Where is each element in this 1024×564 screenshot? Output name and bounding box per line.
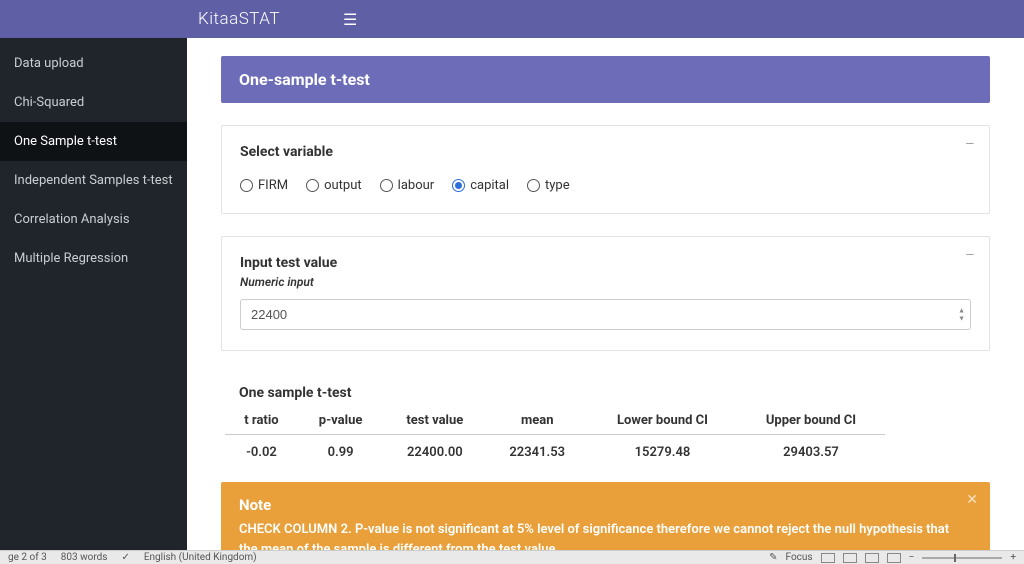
collapse-icon[interactable]: − [965, 136, 975, 154]
page-title: One-sample t-test [221, 56, 990, 103]
radio-labour[interactable]: labour [380, 178, 435, 193]
variable-radio-group: FIRM output labour capital type [240, 178, 971, 193]
view-mode-icon[interactable] [887, 553, 901, 563]
status-spellcheck-icon[interactable]: ✓ [121, 552, 129, 563]
stepper-down-icon[interactable]: ▼ [958, 315, 965, 322]
status-bar: ge 2 of 3 803 words ✓ English (United Ki… [0, 550, 1024, 564]
radio-icon [306, 179, 319, 192]
view-mode-icon[interactable] [821, 553, 835, 563]
status-words: 803 words [61, 552, 108, 563]
stepper-up-icon[interactable]: ▲ [958, 307, 965, 314]
table-header: mean [486, 407, 588, 435]
topbar: KitaaSTAT ☰ [0, 0, 1024, 38]
table-header: Lower bound CI [588, 407, 737, 435]
status-language[interactable]: English (United Kingdom) [144, 552, 257, 563]
sidebar-item-data-upload[interactable]: Data upload [0, 44, 187, 83]
table-cell: 22400.00 [383, 435, 486, 467]
radio-icon [452, 179, 465, 192]
table-row: -0.020.9922400.0022341.5315279.4829403.5… [225, 435, 885, 467]
radio-icon [527, 179, 540, 192]
close-icon[interactable]: ✕ [966, 492, 978, 508]
status-focus[interactable]: Focus [786, 552, 813, 563]
main-content: One-sample t-test − Select variable FIRM… [187, 38, 1024, 550]
zoom-out-icon[interactable]: − [909, 552, 915, 563]
view-mode-icon[interactable] [843, 553, 857, 563]
table-cell: 0.99 [298, 435, 383, 467]
hamburger-icon[interactable]: ☰ [325, 10, 375, 29]
test-value-panel: − Input test value Numeric input ▲ ▼ [221, 236, 990, 351]
radio-capital[interactable]: capital [452, 178, 509, 193]
radio-label: labour [398, 178, 435, 193]
results-table: t ratiop-valuetest valuemeanLower bound … [225, 407, 885, 466]
radio-label: type [545, 178, 570, 193]
table-cell: 22341.53 [486, 435, 588, 467]
table-cell: 29403.57 [737, 435, 885, 467]
table-header: t ratio [225, 407, 298, 435]
note-title: Note [239, 496, 950, 514]
table-cell: 15279.48 [588, 435, 737, 467]
radio-icon [240, 179, 253, 192]
radio-label: capital [470, 178, 509, 193]
app-brand: KitaaSTAT [198, 9, 280, 29]
test-value-input[interactable] [240, 299, 971, 330]
collapse-icon[interactable]: − [965, 247, 975, 265]
results-panel: One sample t-test t ratiop-valuetest val… [221, 373, 990, 550]
results-title: One sample t-test [221, 373, 990, 407]
note-body: CHECK COLUMN 2. P-value is not significa… [239, 520, 950, 550]
select-variable-label: Select variable [240, 144, 971, 160]
status-page: ge 2 of 3 [8, 552, 47, 563]
test-value-label: Input test value [240, 255, 971, 271]
sidebar-item-correlation-analysis[interactable]: Correlation Analysis [0, 200, 187, 239]
table-header: Upper bound CI [737, 407, 885, 435]
test-value-sublabel: Numeric input [240, 275, 971, 289]
sidebar-item-independent-samples-t-test[interactable]: Independent Samples t-test [0, 161, 187, 200]
table-header: p-value [298, 407, 383, 435]
radio-FIRM[interactable]: FIRM [240, 178, 288, 193]
select-variable-panel: − Select variable FIRM output labour capita… [221, 125, 990, 214]
radio-icon [380, 179, 393, 192]
sidebar-item-one-sample-t-test[interactable]: One Sample t-test [0, 122, 187, 161]
sidebar-item-multiple-regression[interactable]: Multiple Regression [0, 239, 187, 278]
sidebar: Data uploadChi-SquaredOne Sample t-testI… [0, 38, 187, 550]
focus-icon[interactable]: ✎ [769, 552, 777, 563]
radio-label: FIRM [258, 178, 288, 193]
number-stepper[interactable]: ▲ ▼ [958, 307, 965, 322]
radio-output[interactable]: output [306, 178, 362, 193]
table-header: test value [383, 407, 486, 435]
table-cell: -0.02 [225, 435, 298, 467]
view-mode-icon[interactable] [865, 553, 879, 563]
note-box: ✕ Note CHECK COLUMN 2. P-value is not si… [221, 482, 990, 550]
radio-type[interactable]: type [527, 178, 570, 193]
radio-label: output [324, 178, 362, 193]
sidebar-item-chi-squared[interactable]: Chi-Squared [0, 83, 187, 122]
zoom-slider[interactable] [922, 557, 1002, 559]
zoom-in-icon[interactable]: + [1010, 552, 1016, 563]
